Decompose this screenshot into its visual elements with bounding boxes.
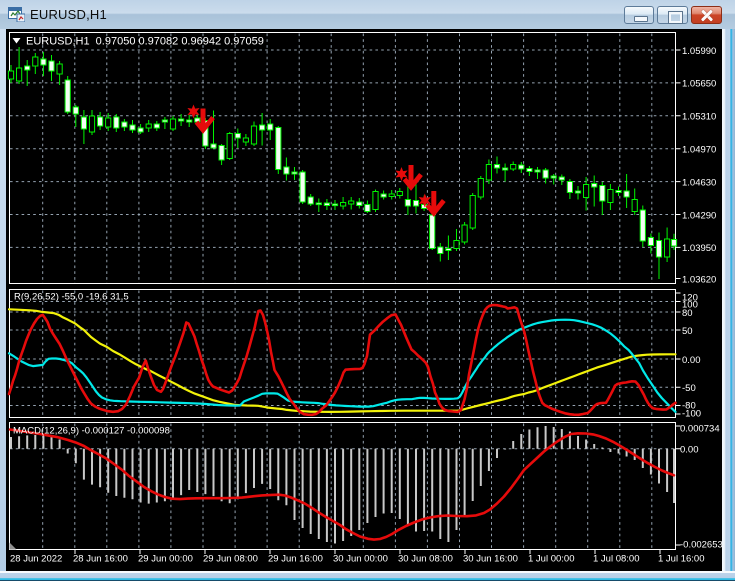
svg-text:80: 80 xyxy=(682,308,693,319)
svg-text:EURUSD,H1 0.97050 0.97082 0.9: EURUSD,H1 0.97050 0.97082 0.96942 0.9705… xyxy=(26,36,264,48)
svg-text:1.04290: 1.04290 xyxy=(682,210,716,221)
svg-text:1.05310: 1.05310 xyxy=(682,112,716,123)
svg-text:28 Jun 2022: 28 Jun 2022 xyxy=(10,554,62,565)
svg-text:-100: -100 xyxy=(682,408,701,419)
svg-text:0.00: 0.00 xyxy=(682,355,701,366)
svg-text:1 Jul 08:00: 1 Jul 08:00 xyxy=(593,554,639,565)
svg-text:29 Jun 08:00: 29 Jun 08:00 xyxy=(203,554,258,565)
svg-text:MACD(12,26,9) -0.000127 -0.000: MACD(12,26,9) -0.000127 -0.000098 xyxy=(13,426,170,437)
svg-text:1.04630: 1.04630 xyxy=(682,177,716,188)
svg-text:1 Jul 00:00: 1 Jul 00:00 xyxy=(528,554,574,565)
svg-text:30 Jun 08:00: 30 Jun 08:00 xyxy=(398,554,453,565)
svg-text:1.04970: 1.04970 xyxy=(682,145,716,156)
svg-text:30 Jun 16:00: 30 Jun 16:00 xyxy=(463,554,518,565)
svg-text:-0.002653: -0.002653 xyxy=(680,539,722,550)
svg-text:0.000734: 0.000734 xyxy=(680,423,720,434)
svg-text:1.03950: 1.03950 xyxy=(682,243,716,254)
svg-text:1.05650: 1.05650 xyxy=(682,79,716,90)
svg-text:50: 50 xyxy=(682,326,693,337)
svg-text:29 Jun 16:00: 29 Jun 16:00 xyxy=(268,554,323,565)
svg-text:30 Jun 00:00: 30 Jun 00:00 xyxy=(333,554,388,565)
svg-text:1 Jul 16:00: 1 Jul 16:00 xyxy=(658,554,704,565)
svg-text:29 Jun 00:00: 29 Jun 00:00 xyxy=(138,554,193,565)
svg-text:R(9,26,52) -55,0 -19,6 31,5: R(9,26,52) -55,0 -19,6 31,5 xyxy=(14,292,129,303)
svg-text:1.03620: 1.03620 xyxy=(682,274,716,285)
svg-text:1.05990: 1.05990 xyxy=(682,46,716,57)
svg-text:0.00: 0.00 xyxy=(680,445,699,456)
svg-text:28 Jun 16:00: 28 Jun 16:00 xyxy=(73,554,128,565)
svg-text:-50: -50 xyxy=(682,383,696,394)
